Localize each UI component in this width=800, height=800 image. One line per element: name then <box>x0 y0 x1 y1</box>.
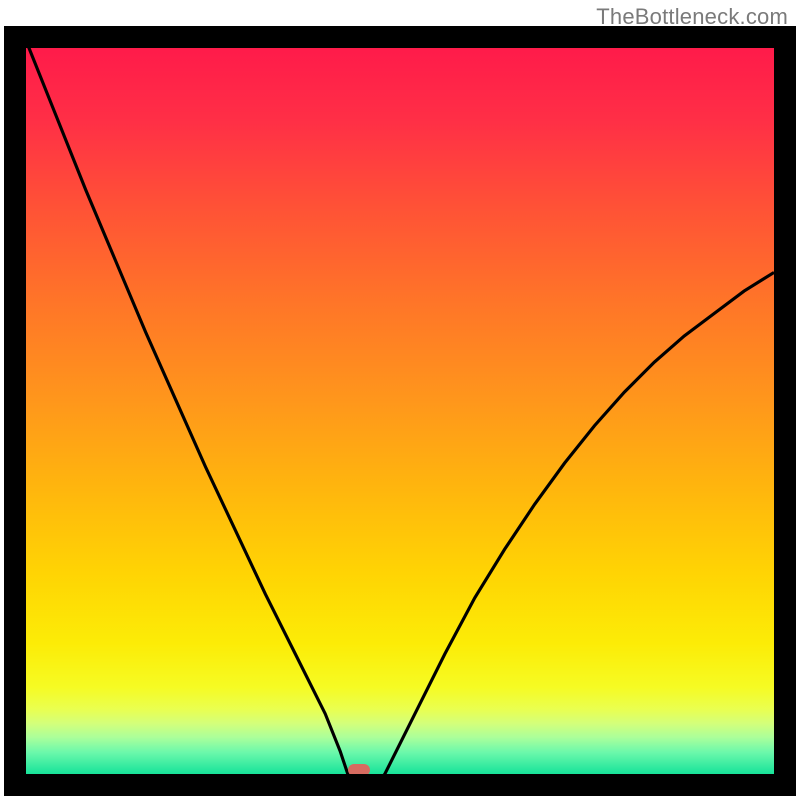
plot-frame <box>4 26 796 796</box>
watermark-text: TheBottleneck.com <box>596 4 788 30</box>
